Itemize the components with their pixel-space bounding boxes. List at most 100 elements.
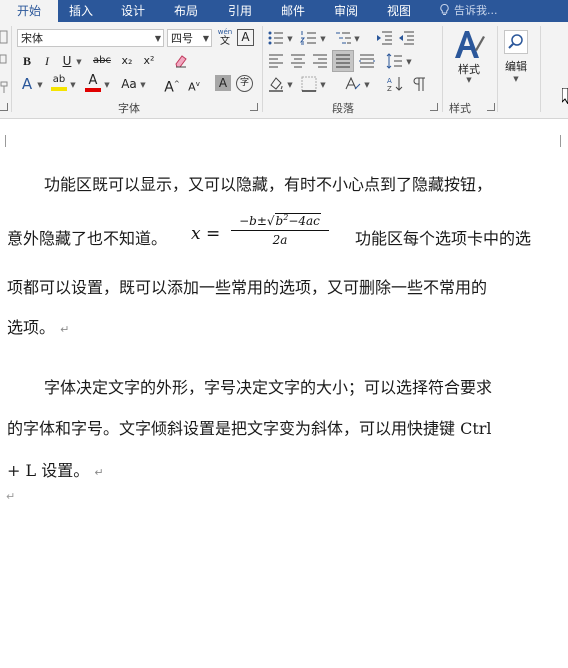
align-right-icon[interactable] — [311, 52, 329, 70]
change-case-button[interactable]: Aa — [118, 75, 140, 93]
align-left-icon[interactable] — [267, 52, 285, 70]
increase-indent-icon[interactable] — [398, 29, 416, 47]
text-effects-button[interactable]: A — [18, 75, 36, 93]
bullets-icon[interactable] — [267, 29, 285, 47]
clear-formatting-icon[interactable] — [172, 52, 190, 70]
equation[interactable]: x = −b±√b2−4ac 2a — [191, 211, 331, 257]
paragraph-text: + L 设置。 — [7, 461, 90, 480]
paragraph-line: 功能区每个选项卡中的选 — [355, 229, 532, 248]
multilevel-list-dropdown[interactable]: ▼ — [352, 29, 362, 47]
chevron-down-icon: ▼ — [154, 34, 161, 43]
format-painter-icon[interactable] — [0, 80, 8, 98]
copy-icon[interactable] — [0, 54, 8, 72]
character-border-button[interactable]: A — [237, 29, 254, 46]
styles-dialog-launcher-icon[interactable] — [487, 103, 495, 111]
tab-home[interactable]: 开始 — [0, 0, 58, 22]
equation-denominator: 2a — [272, 233, 288, 247]
group-separator — [442, 26, 443, 112]
group-separator — [540, 26, 541, 112]
numbering-icon[interactable] — [300, 29, 318, 47]
paragraph-line: 意外隐藏了也不知道。 — [7, 229, 168, 248]
font-name-combo[interactable]: 宋体 ▼ — [17, 29, 164, 47]
group-separator — [497, 26, 498, 112]
lightbulb-icon — [440, 4, 449, 15]
justify-icon[interactable] — [332, 50, 354, 72]
phonetic-guide-button[interactable]: wén 文 — [215, 27, 235, 51]
clipboard-launcher-icon[interactable] — [0, 103, 8, 111]
show-formatting-marks-icon[interactable] — [410, 75, 428, 93]
document-page[interactable]: 功能区既可以显示，又可以隐藏，有时不小心点到了隐藏按钮， 意外隐藏了也不知道。 … — [0, 119, 568, 668]
superscript-button[interactable]: x² — [140, 52, 158, 70]
font-color-button[interactable]: A — [84, 73, 102, 95]
distributed-icon[interactable] — [358, 52, 376, 70]
grow-font-label: A — [164, 79, 174, 96]
strikethrough-label: abc — [93, 55, 111, 66]
tab-review[interactable]: 审阅 — [323, 0, 369, 22]
character-shading-button[interactable]: A — [215, 75, 231, 91]
tell-me-search[interactable]: 告诉我... — [440, 0, 498, 22]
ribbon-tab-bar: 开始 插入 设计 布局 引用 邮件 审阅 视图 告诉我... — [0, 0, 568, 22]
tab-mailings[interactable]: 邮件 — [270, 0, 316, 22]
ribbon: 宋体 ▼ 四号 ▼ wén 文 A B I U ▼ abc x₂ x² A ▼ … — [0, 22, 568, 119]
text-effects-dropdown[interactable]: ▼ — [35, 75, 45, 93]
bullets-dropdown[interactable]: ▼ — [285, 29, 295, 47]
change-case-label: Aa — [121, 77, 137, 91]
strikethrough-button[interactable]: abc — [90, 52, 114, 70]
highlight-label: ab — [52, 74, 66, 85]
font-name-value: 宋体 — [21, 32, 43, 45]
paragraph-mark: ↵ — [60, 323, 70, 336]
multilevel-list-icon[interactable] — [334, 29, 352, 47]
font-color-dropdown[interactable]: ▼ — [102, 75, 112, 93]
change-case-dropdown[interactable]: ▼ — [138, 75, 148, 93]
borders-dropdown[interactable]: ▼ — [318, 75, 328, 93]
align-center-icon[interactable] — [289, 52, 307, 70]
sort-icon[interactable]: AZ — [386, 75, 404, 93]
radicand: b2−4ac — [274, 213, 321, 228]
paragraph-line-last: + L 设置。 ↵ — [7, 457, 104, 481]
font-size-combo[interactable]: 四号 ▼ — [167, 29, 212, 47]
font-dialog-launcher-icon[interactable] — [250, 103, 258, 111]
highlight-dropdown[interactable]: ▼ — [68, 75, 78, 93]
italic-label: I — [45, 54, 49, 68]
editing-button[interactable]: 编辑 ▼ — [500, 30, 532, 83]
asian-layout-dropdown[interactable]: ▼ — [362, 75, 372, 93]
tab-references[interactable]: 引用 — [217, 0, 263, 22]
subscript-label: x₂ — [121, 54, 133, 67]
italic-button[interactable]: I — [38, 52, 56, 70]
tab-layout[interactable]: 布局 — [163, 0, 209, 22]
svg-text:Z: Z — [387, 85, 392, 93]
line-spacing-icon[interactable] — [386, 52, 404, 70]
shading-dropdown[interactable]: ▼ — [285, 75, 295, 93]
tell-me-text: 告诉我... — [454, 4, 498, 17]
shrink-font-button[interactable]: Av — [185, 75, 203, 94]
highlight-color-bar — [51, 87, 67, 91]
paste-icon[interactable] — [0, 30, 8, 48]
highlight-button[interactable]: ab — [50, 73, 68, 95]
borders-icon[interactable] — [300, 75, 318, 93]
paragraph-group-label: 段落 — [332, 102, 354, 115]
tab-design[interactable]: 设计 — [110, 0, 156, 22]
underline-label: U — [62, 54, 72, 68]
asian-layout-icon[interactable] — [344, 75, 362, 93]
numerator-prefix: −b± — [239, 214, 267, 228]
paragraph-dialog-launcher-icon[interactable] — [430, 103, 438, 111]
paragraph-line: 的字体和字号。文字倾斜设置是把文字变为斜体，可以用快捷键 Ctrl — [7, 419, 492, 438]
styles-button[interactable]: 样式 ▼ — [449, 28, 489, 84]
numbering-dropdown[interactable]: ▼ — [318, 29, 328, 47]
find-icon — [504, 30, 528, 54]
tab-insert[interactable]: 插入 — [58, 0, 104, 22]
tab-view[interactable]: 视图 — [376, 0, 422, 22]
bold-button[interactable]: B — [18, 52, 36, 70]
underline-dropdown[interactable]: ▼ — [74, 52, 84, 70]
chevron-down-icon: ▼ — [513, 75, 519, 83]
page-corner-mark — [5, 135, 6, 147]
line-spacing-dropdown[interactable]: ▼ — [404, 52, 414, 70]
font-group-label: 字体 — [118, 102, 140, 115]
grow-font-button[interactable]: A^ — [163, 75, 181, 96]
subscript-button[interactable]: x₂ — [118, 52, 136, 70]
enclose-characters-button[interactable]: 字 — [236, 75, 253, 92]
decrease-indent-icon[interactable] — [376, 29, 394, 47]
paragraph-line: 功能区既可以显示，又可以隐藏，有时不小心点到了隐藏按钮， — [44, 175, 493, 194]
shading-icon[interactable] — [267, 75, 285, 93]
paragraph-line: 字体决定文字的外形，字号决定文字的大小；可以选择符合要求 — [44, 378, 493, 397]
